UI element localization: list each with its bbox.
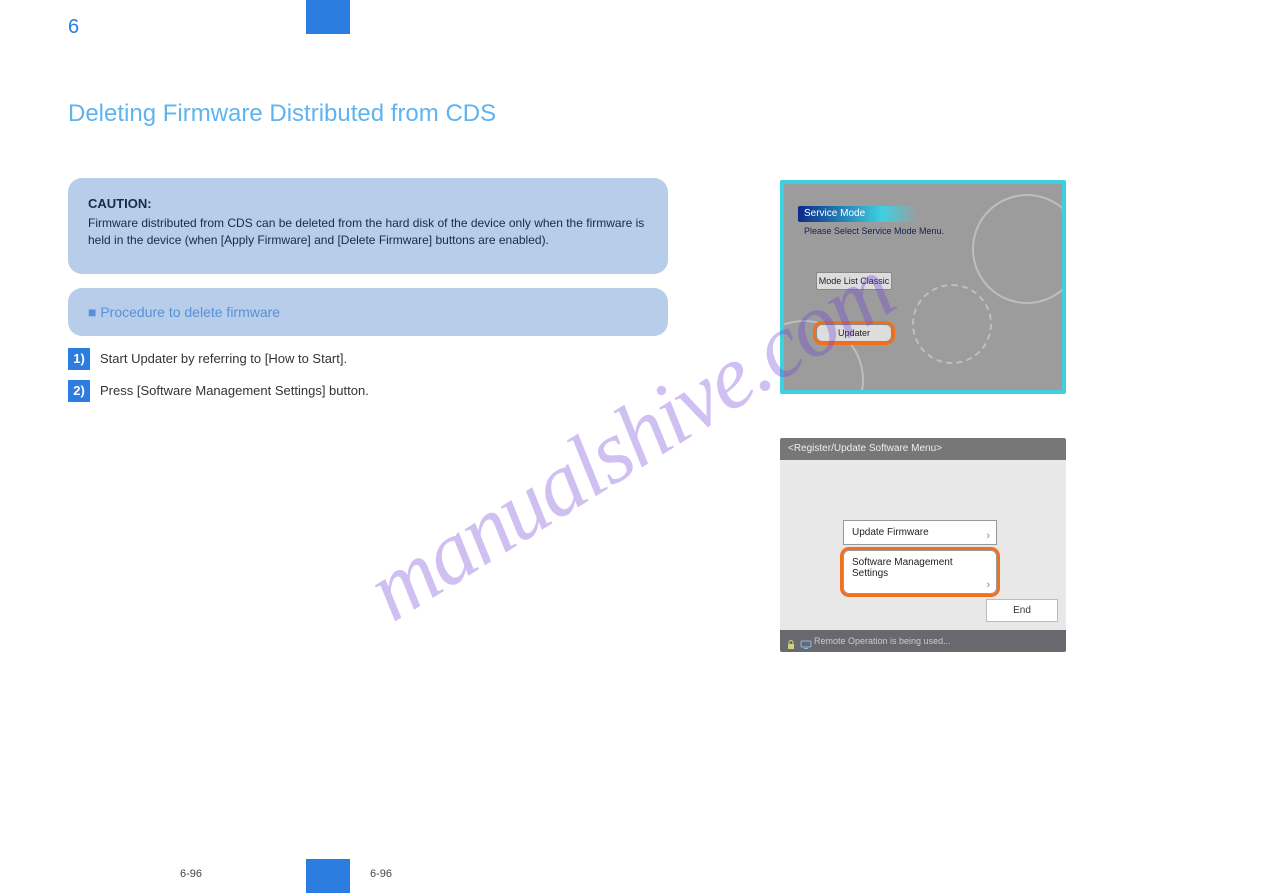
fig2-title: <Register/Update Software Menu>: [780, 438, 1066, 460]
updater-button[interactable]: Updater: [816, 324, 892, 342]
figure-service-mode: Service Mode Please Select Service Mode …: [780, 180, 1066, 394]
caution-body: Firmware distributed from CDS can be del…: [88, 215, 648, 250]
monitor-icon: [800, 636, 810, 646]
footer: 6-96: [370, 868, 392, 880]
update-firmware-button[interactable]: Update Firmware: [843, 520, 997, 545]
step-number-icon: 2): [68, 380, 90, 402]
gear-icon: [912, 284, 992, 364]
chapter-square-top: [306, 0, 350, 34]
fig1-subtitle: Please Select Service Mode Menu.: [804, 226, 944, 236]
step-2: 2) Press [Software Management Settings] …: [68, 380, 668, 402]
step-text: Start Updater by referring to [How to St…: [100, 348, 347, 366]
step-1: 1) Start Updater by referring to [How to…: [68, 348, 668, 370]
step-number-icon: 1): [68, 348, 90, 370]
figure-register-update-menu: <Register/Update Software Menu> Update F…: [780, 438, 1066, 652]
mode-list-classic-button[interactable]: Mode List Classic: [816, 272, 892, 290]
page-number: 6-96: [180, 868, 202, 880]
status-text: Remote Operation is being used...: [814, 630, 951, 652]
chapter-number: 6: [68, 16, 79, 39]
step-text: Press [Software Management Settings] but…: [100, 380, 369, 398]
lock-icon: [786, 636, 796, 646]
fig2-body: Update Firmware Software Management Sett…: [780, 460, 1066, 630]
page-title: Deleting Firmware Distributed from CDS: [68, 100, 668, 128]
caution-box: CAUTION: Firmware distributed from CDS c…: [68, 178, 668, 274]
software-management-settings-button[interactable]: Software Management Settings: [843, 550, 997, 594]
procedure-heading: ■ Procedure to delete firmware: [68, 288, 668, 336]
chapter-square-bottom: [306, 859, 350, 893]
fig1-title: Service Mode: [798, 206, 918, 222]
gear-icon: [972, 194, 1066, 304]
fig2-status-bar: Remote Operation is being used...: [780, 630, 1066, 652]
caution-title: CAUTION:: [88, 196, 648, 211]
end-button[interactable]: End: [986, 599, 1058, 622]
